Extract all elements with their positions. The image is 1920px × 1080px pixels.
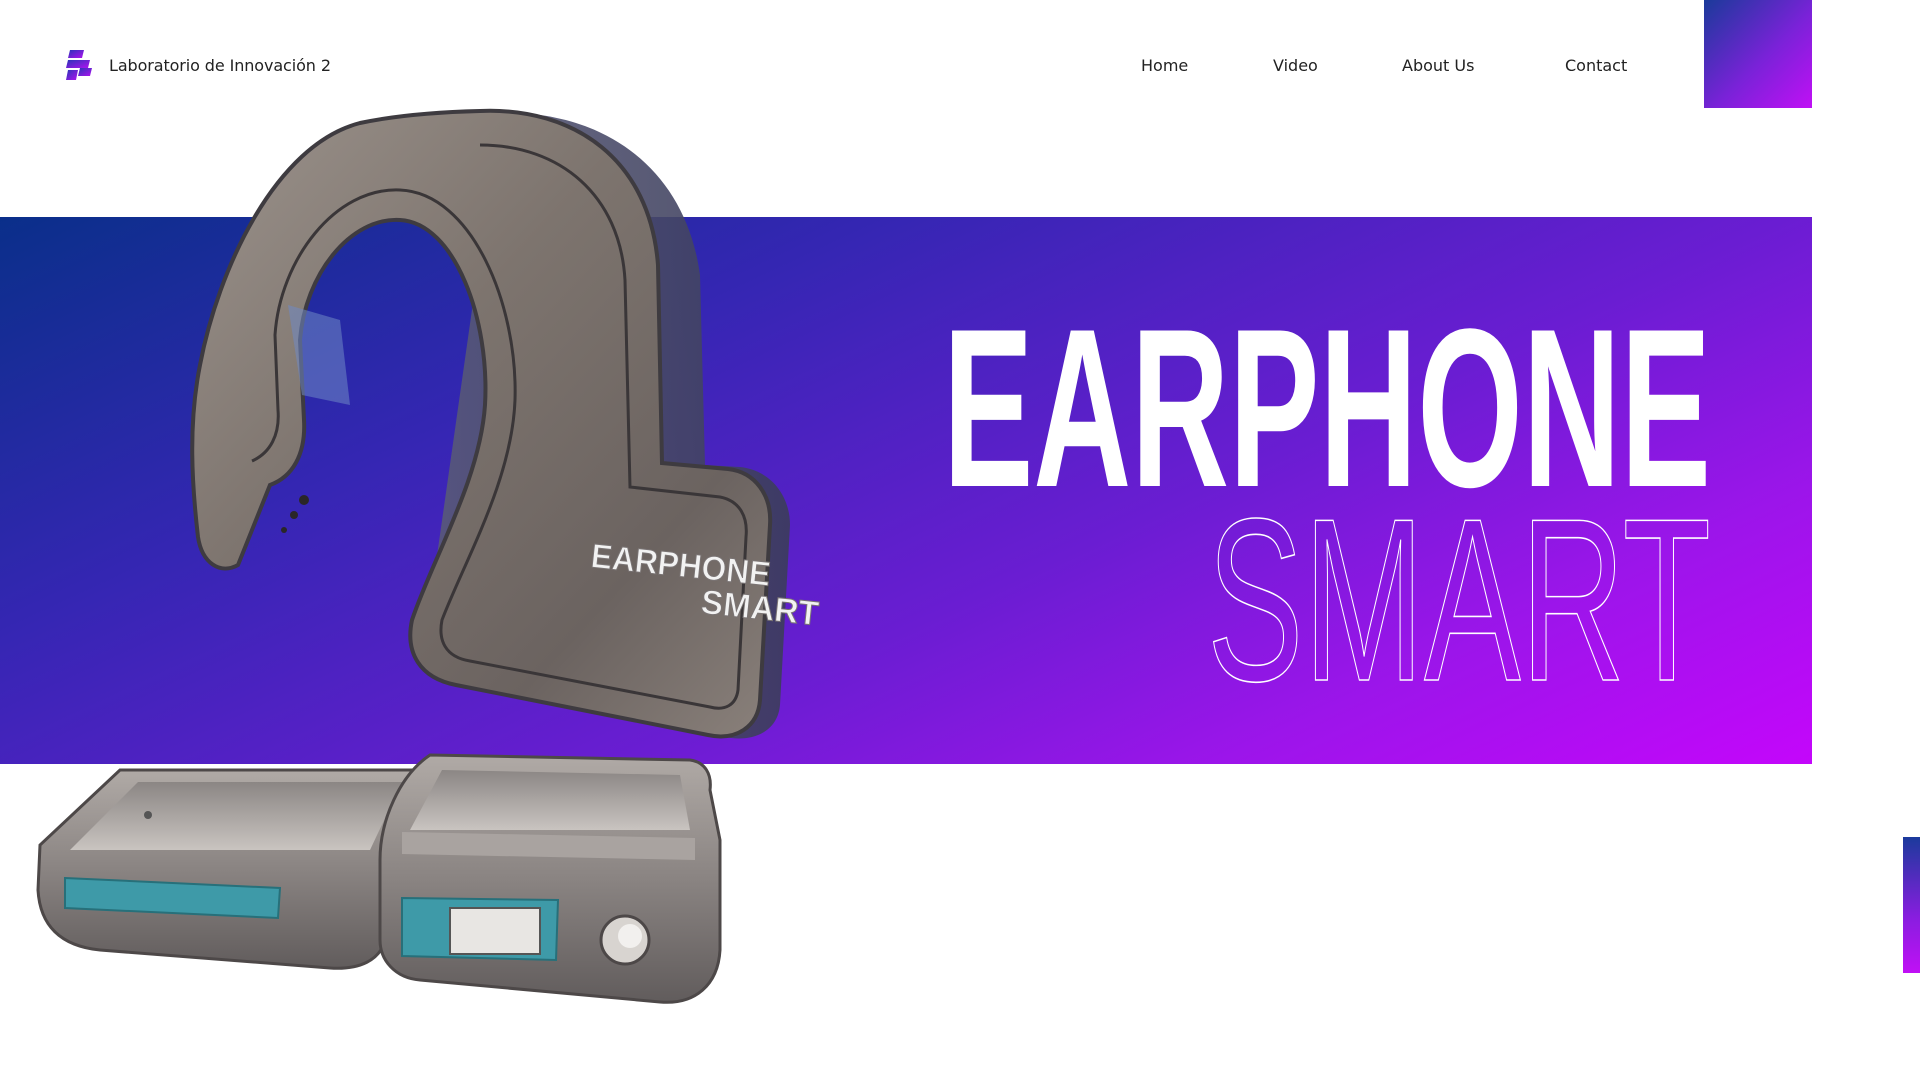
hero-title-line2: SMART — [1207, 471, 1711, 730]
earphone-image: EARPHONE SMART — [190, 108, 821, 739]
side-accent-bar — [1903, 837, 1920, 973]
charging-case-image — [36, 753, 722, 1004]
